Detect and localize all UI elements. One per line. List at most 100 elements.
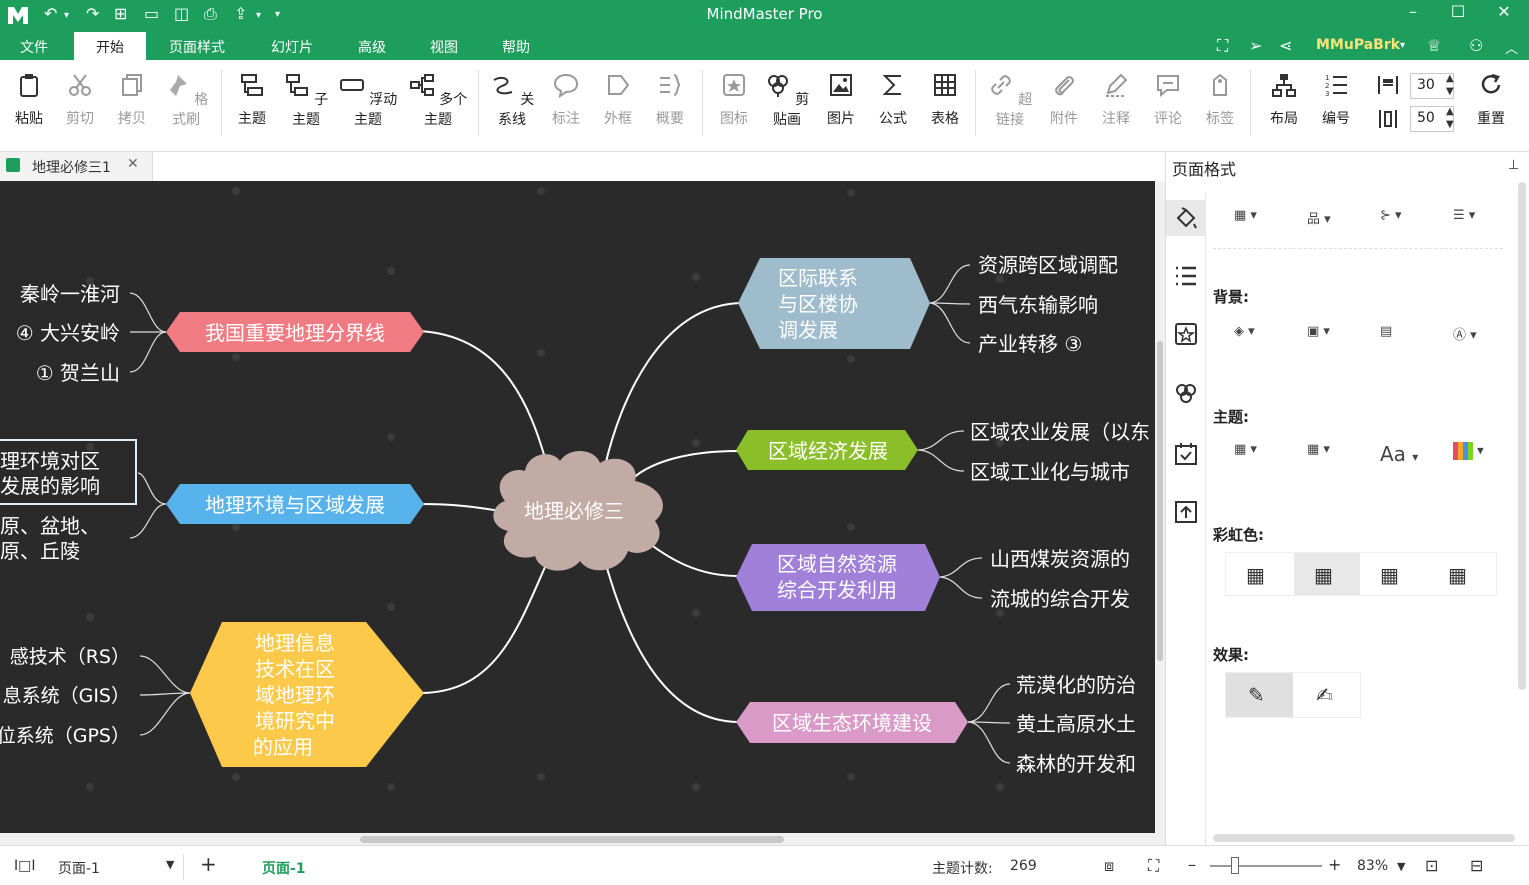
layout-button[interactable]: 布局 <box>1268 72 1300 128</box>
connector-style-icon[interactable]: ⊱ ▾ <box>1380 208 1420 236</box>
page-select[interactable]: 页面-1 ▼ <box>54 854 184 880</box>
toggle-panel-icon[interactable]: ⊟ <box>1470 856 1483 875</box>
menu-slides[interactable]: 幻灯片 <box>271 37 313 57</box>
zoom-slider[interactable] <box>1210 865 1322 867</box>
fill-bucket-icon[interactable]: ◈ ▾ <box>1234 324 1274 352</box>
subtopic-label[interactable]: 黄土高原水土 <box>1016 712 1136 736</box>
horizontal-scrollbar[interactable] <box>0 833 1165 845</box>
tag-button[interactable]: 标签 <box>1204 72 1236 128</box>
theme-layout-icon[interactable]: ▦ ▾ <box>1234 442 1274 470</box>
panel-vertical-scrollbar[interactable] <box>1518 182 1526 690</box>
cut-button[interactable]: 剪切 <box>64 72 96 128</box>
floating-topic-button[interactable]: 浮动主题 <box>337 72 399 129</box>
subtopic-button[interactable]: 子主题 <box>283 72 329 129</box>
menu-home[interactable]: 开始 <box>74 32 146 60</box>
fit-page-icon[interactable]: ⧈ <box>1104 856 1114 876</box>
topic-boundaries[interactable]: 我国重要地理分界线 <box>166 312 424 352</box>
subtopic-label[interactable]: 区域农业发展（以东 <box>970 420 1150 444</box>
clipart-button[interactable]: 剪贴画 <box>764 72 810 129</box>
rainbow-option-3-icon[interactable]: ▦ <box>1380 563 1399 587</box>
copy-button[interactable]: 拷贝 <box>116 72 148 128</box>
reset-button[interactable]: 重置 <box>1475 72 1507 128</box>
hyperlink-button[interactable]: 超链接 <box>987 72 1033 129</box>
theme-style-icon[interactable]: ▦ ▾ <box>1307 442 1347 470</box>
spin-up-icon[interactable]: ▲ <box>1446 106 1454 117</box>
scrollbar-thumb[interactable] <box>360 836 784 843</box>
user-dropdown-icon[interactable]: ▾ <box>1400 40 1405 51</box>
summary-button[interactable]: 概要 <box>654 72 686 128</box>
close-icon[interactable]: ✕ <box>1489 2 1519 21</box>
topic-environment-development[interactable]: 地理环境与区域发展 <box>166 484 424 524</box>
topic-gis[interactable]: 地理信息 技术在区 域地理环 境研究中 的应用 <box>190 622 424 767</box>
page-view-icon[interactable]: I□I <box>14 858 36 874</box>
share-icon[interactable]: ⋖ <box>1279 36 1292 55</box>
export-upload-icon[interactable] <box>1172 498 1200 526</box>
collapse-ribbon-icon[interactable]: ︿ <box>1505 38 1518 57</box>
menu-advanced[interactable]: 高级 <box>358 37 386 57</box>
topic-ecological-construction[interactable]: 区域生态环境建设 <box>736 702 968 743</box>
subtopic-label[interactable]: 息系统（GIS） <box>3 685 130 707</box>
formula-button[interactable]: 公式 <box>877 72 909 128</box>
subtopic-label[interactable]: 荒漠化的防治 <box>1016 673 1136 697</box>
icon-button[interactable]: 图标 <box>718 72 750 128</box>
menu-view[interactable]: 视图 <box>430 37 458 57</box>
subtopic-label[interactable]: 山西煤炭资源的 <box>990 547 1130 571</box>
topic-natural-resources[interactable]: 区域自然资源 综合开发利用 <box>736 544 940 611</box>
note-button[interactable]: 注释 <box>1100 72 1132 128</box>
attachment-button[interactable]: 附件 <box>1048 72 1080 128</box>
maximize-icon[interactable]: ☐ <box>1443 2 1473 21</box>
numbering-style-icon[interactable]: ☰ ▾ <box>1453 208 1493 236</box>
subtopic-label[interactable]: 区域工业化与城市 <box>970 460 1130 484</box>
marker-pen-icon[interactable]: ✎ <box>1248 683 1265 707</box>
menu-page-style[interactable]: 页面样式 <box>169 37 225 57</box>
user-account[interactable]: MMuPaBrk <box>1316 37 1400 53</box>
pin-icon[interactable]: ⊥ <box>1508 158 1519 173</box>
send-icon[interactable]: ➢ <box>1249 36 1262 55</box>
document-tab[interactable]: 地理必修三1 ✕ <box>0 152 153 181</box>
add-page-icon[interactable]: + <box>200 852 217 876</box>
page-tab[interactable]: 页面-1 <box>262 858 306 878</box>
background-image-icon[interactable]: ▣ ▾ <box>1307 324 1347 352</box>
task-calendar-icon[interactable] <box>1172 440 1200 468</box>
spin-up-icon[interactable]: ▲ <box>1446 73 1454 84</box>
multiple-topics-button[interactable]: 多个主题 <box>407 72 469 129</box>
subtopic-label[interactable]: ① 贺兰山 <box>36 361 120 385</box>
topic-regional-economy[interactable]: 区域经济发展 <box>736 430 918 470</box>
subtopic-label[interactable]: ④ 大兴安岭 <box>16 321 120 345</box>
outline-list-icon[interactable] <box>1172 262 1200 290</box>
panel-horizontal-scrollbar[interactable] <box>1213 834 1515 842</box>
vertical-scrollbar[interactable] <box>1155 181 1165 833</box>
subtopic-label[interactable]: 感技术（RS） <box>10 646 130 668</box>
close-tab-icon[interactable]: ✕ <box>127 156 139 172</box>
zoom-out-icon[interactable]: – <box>1188 855 1196 874</box>
fullscreen-icon[interactable]: ⛶ <box>1217 36 1228 56</box>
menu-file[interactable]: 文件 <box>20 37 48 57</box>
rainbow-option-1-icon[interactable]: ▦ <box>1246 563 1265 587</box>
format-painter-button[interactable]: 格式刷 <box>163 72 209 129</box>
subtopic-label[interactable]: 原、盆地、 <box>0 514 100 538</box>
image-button[interactable]: 图片 <box>825 72 857 128</box>
scrollbar-thumb[interactable] <box>1157 341 1163 661</box>
spin-down-icon[interactable]: ▼ <box>1446 119 1454 130</box>
subtopic-label[interactable]: 理环境对区 <box>0 449 100 473</box>
apps-icon[interactable]: ⚇ <box>1469 36 1483 55</box>
theme-font-icon[interactable]: Aa ▾ <box>1380 442 1420 470</box>
zoom-level[interactable]: 83% <box>1357 858 1388 874</box>
subtopic-label[interactable]: 位系统（GPS） <box>0 725 130 747</box>
zoom-slider-handle[interactable] <box>1231 857 1239 874</box>
skin-icon[interactable]: ♕ <box>1427 36 1441 55</box>
watermark-icon[interactable]: Ⓐ ▾ <box>1453 324 1493 352</box>
subtopic-label[interactable]: 资源跨区域调配 <box>978 253 1118 277</box>
minimize-icon[interactable]: – <box>1398 2 1428 21</box>
subtopic-label[interactable]: 森林的开发和 <box>1016 752 1136 776</box>
zoom-dropdown-icon[interactable]: ▼ <box>1397 860 1405 873</box>
color-scheme-icon[interactable]: ▾ <box>1453 442 1493 470</box>
subtopic-label[interactable]: 产业转移 ③ <box>978 332 1082 356</box>
zoom-in-icon[interactable]: + <box>1328 855 1341 874</box>
numbering-button[interactable]: 123 编号 <box>1320 72 1352 128</box>
subtopic-label[interactable]: 流城的综合开发 <box>990 587 1130 611</box>
subtopic-label[interactable]: 发展的影响 <box>0 474 100 498</box>
icon-library-icon[interactable] <box>1172 320 1200 348</box>
subtopic-label[interactable]: 西气东输影响 <box>978 293 1098 317</box>
remove-background-icon[interactable]: ▤ <box>1380 324 1420 352</box>
